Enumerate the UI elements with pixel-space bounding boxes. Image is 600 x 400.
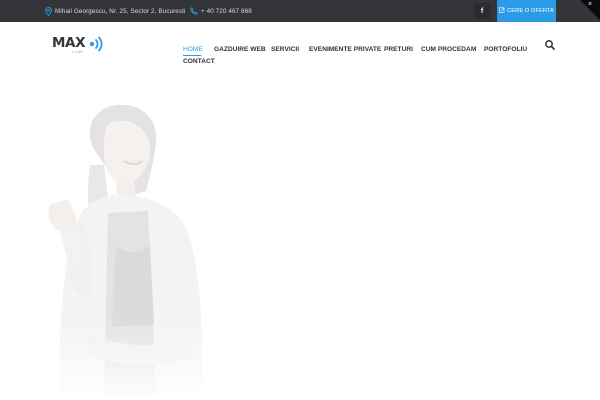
nav-cum-procedam[interactable]: CUM PROCEDAM [421,46,476,53]
hero-section [0,75,600,400]
wireless-signal-icon [89,36,103,52]
edit-icon [499,7,505,15]
request-quote-label: CERE O OFERTA [507,8,554,14]
logo-subtext: LUMI [72,49,84,54]
nav-home[interactable]: HOME [183,46,203,53]
address-text: Mihail Georgescu, Nr. 25, Sector 2, Bucu… [55,7,186,15]
site-logo[interactable]: MAX LUMI [52,33,106,57]
phone-info[interactable]: + 40 720 467 868 [190,0,252,22]
nav-portofoliu[interactable]: PORTOFOLIU [484,46,527,53]
nav-active-indicator [183,55,201,56]
facebook-icon: f [480,7,484,15]
nav-evenimente-private[interactable]: EVENIMENTE PRIVATE [309,46,381,53]
search-icon[interactable] [544,38,556,50]
phone-text: + 40 720 467 868 [201,7,252,15]
nav-gazduire-web[interactable]: GAZDUIRE WEB [214,46,266,53]
nav-preturi[interactable]: PRETURI [384,46,413,53]
phone-icon [190,6,198,16]
close-icon[interactable]: × [588,1,592,8]
nav-contact[interactable]: CONTACT [183,58,215,65]
location-pin-icon [44,6,52,16]
hero-person-image [30,95,220,395]
top-bar: Mihail Georgescu, Nr. 25, Sector 2, Bucu… [0,0,600,22]
nav-servicii[interactable]: SERVICII [271,46,299,53]
facebook-button[interactable]: f [474,3,490,19]
request-quote-button[interactable]: CERE O OFERTA [497,0,556,22]
address-info: Mihail Georgescu, Nr. 25, Sector 2, Bucu… [44,0,186,22]
